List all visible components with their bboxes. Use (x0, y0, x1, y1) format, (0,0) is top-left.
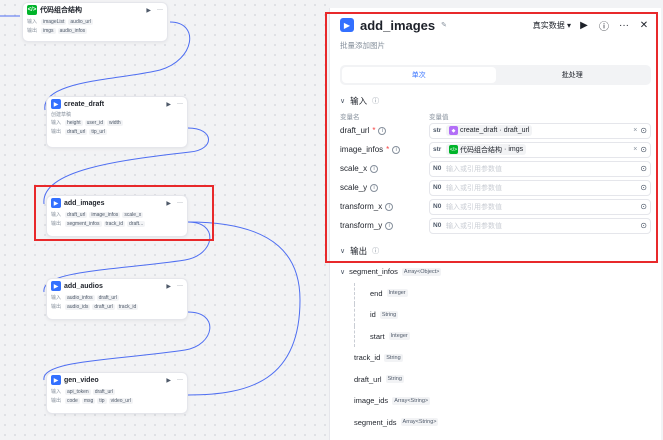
run-icon[interactable]: ▶ (166, 283, 171, 290)
node-header: </> 代码组合结构 ▶ ··· (23, 3, 167, 17)
node-header: ▶ create_draft ▶ ··· (47, 97, 187, 111)
param-tag: width (107, 119, 123, 126)
plugin-icon: ▶ (51, 99, 61, 109)
output-type: Integer (386, 289, 408, 298)
param-tag: draft_url (65, 128, 88, 135)
param-tag: code (65, 397, 80, 404)
more-icon[interactable]: ··· (177, 101, 183, 107)
output-name: track_id (354, 353, 381, 363)
param-tag: imageList (41, 18, 67, 25)
param-tag: audio_infos (65, 294, 95, 301)
output-type: Array<String> (392, 396, 431, 405)
node-title: add_audios (64, 282, 103, 290)
output-item: draft_url String (340, 369, 651, 391)
node-title: 代码组合结构 (40, 7, 82, 14)
node-title: create_draft (64, 100, 105, 108)
more-icon[interactable]: ··· (177, 283, 183, 289)
node-header: ▶ add_audios ▶ ··· (47, 279, 187, 293)
output-item: image_ids Array<String> (340, 390, 651, 412)
tree-guide-line (354, 325, 355, 347)
output-item: start Integer (340, 325, 651, 347)
node-subtitle: 创建草稿 (51, 112, 72, 118)
param-tag: video_url (108, 397, 133, 404)
panel-highlight-box (325, 12, 658, 263)
output-name: segment_ids (354, 417, 397, 427)
row-label: 输出 (51, 398, 62, 404)
param-tag: track_id (116, 303, 139, 310)
output-name: start (370, 331, 385, 341)
node-add-audios[interactable]: ▶ add_audios ▶ ··· 输入 audio_infos draft_… (46, 278, 188, 320)
node-input-row: 输入 imageList audio_url (23, 17, 167, 26)
row-label: 输入 (51, 389, 62, 395)
run-icon[interactable]: ▶ (166, 377, 171, 384)
param-tag: audio_ids (65, 303, 91, 310)
plugin-icon: ▶ (51, 375, 61, 385)
row-label: 输出 (51, 304, 62, 310)
output-name: segment_infos (349, 267, 398, 277)
param-tag: tip_url (89, 128, 107, 135)
node-input-row: 输入 api_token draft_url (47, 387, 187, 396)
node-gen-video[interactable]: ▶ gen_video ▶ ··· 输入 api_token draft_url… (46, 372, 188, 414)
node-input-row: 输入 audio_infos draft_url (47, 293, 187, 302)
output-type: Array<Object> (401, 267, 442, 276)
output-type: String (379, 310, 399, 319)
output-item: segment_ids Array<String> (340, 412, 651, 434)
output-item: track_id String (340, 347, 651, 369)
node-output-row: 输出 imgs audio_infos (23, 26, 167, 35)
output-type: Array<String> (400, 418, 439, 427)
param-tag: msg (81, 397, 96, 404)
output-type: Integer (388, 332, 410, 341)
node-input-row: 输入 height user_id width (47, 118, 187, 127)
param-tag: audio_url (68, 18, 93, 25)
param-tag: user_id (84, 119, 106, 126)
output-name: draft_url (354, 374, 382, 384)
param-tag: draft_url (92, 303, 115, 310)
row-label: 输入 (51, 120, 62, 126)
node-code-struct[interactable]: </> 代码组合结构 ▶ ··· 输入 imageList audio_url … (22, 2, 168, 42)
output-type: String (384, 353, 403, 362)
output-item: ∨ segment_infos Array<Object> (340, 261, 651, 283)
run-icon[interactable]: ▶ (166, 101, 171, 108)
param-tag: draft_url (92, 388, 116, 395)
output-item: end Integer (340, 282, 651, 304)
param-tag: api_token (65, 388, 91, 395)
plugin-icon: ▶ (51, 281, 61, 291)
node-output-row: 输出 audio_ids draft_url track_id (47, 302, 187, 311)
param-tag: tip (97, 397, 107, 404)
node-create-draft[interactable]: ▶ create_draft ▶ ··· 创建草稿 输入 height user… (46, 96, 188, 148)
node-output-row: 输出 draft_url tip_url (47, 127, 187, 136)
node-output-row: 输出 code msg tip video_url (47, 396, 187, 405)
row-label: 输出 (51, 129, 62, 135)
row-label: 输入 (51, 295, 62, 301)
tree-guide-line (354, 282, 355, 304)
node-header: ▶ gen_video ▶ ··· (47, 373, 187, 387)
output-name: end (370, 288, 383, 298)
canvas-selection-highlight (34, 185, 214, 241)
code-icon: </> (27, 5, 37, 15)
param-tag: height (65, 119, 83, 126)
output-tree: ∨ segment_infos Array<Object> end Intege… (330, 261, 661, 433)
output-name: id (370, 310, 376, 320)
param-tag: imgs (41, 27, 56, 34)
row-label: 输出 (27, 28, 38, 34)
tree-guide-line (354, 304, 355, 326)
output-name: image_ids (354, 396, 389, 406)
chevron-down-icon[interactable]: ∨ (340, 268, 345, 276)
output-type: String (385, 375, 404, 384)
run-icon[interactable]: ▶ (146, 7, 151, 14)
node-title: gen_video (64, 376, 99, 384)
row-label: 输入 (27, 19, 38, 25)
more-icon[interactable]: ··· (177, 377, 183, 383)
param-tag: draft_url (96, 294, 119, 301)
more-icon[interactable]: ··· (157, 7, 163, 13)
param-tag: audio_infos (57, 27, 88, 34)
output-item: id String (340, 304, 651, 326)
